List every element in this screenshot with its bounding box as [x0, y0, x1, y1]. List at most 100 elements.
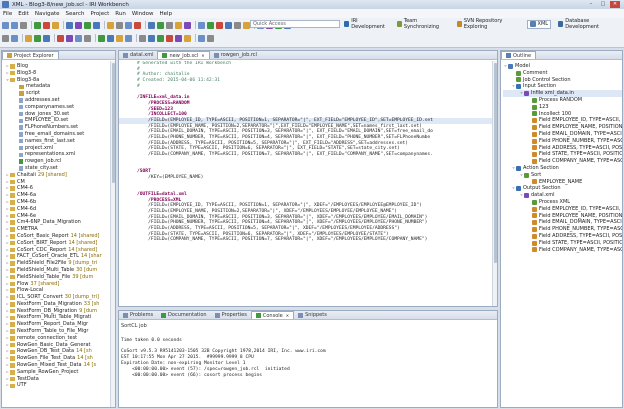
toolbar-tool-icon[interactable] — [207, 34, 214, 42]
toolbar-tool-icon[interactable] — [43, 21, 50, 29]
editor-tab-rowgen-job-rcl[interactable]: rowgen_job.rcl — [210, 51, 261, 59]
toolbar-tool-icon[interactable] — [116, 34, 123, 42]
toolbar-tool-icon[interactable] — [225, 21, 232, 29]
toolbar-tool-icon[interactable] — [66, 34, 73, 42]
code-line[interactable]: /FIELD=(COMPANY_NAME, TYPE=ASCII, POSITI… — [119, 237, 497, 243]
toolbar-tool-icon[interactable] — [157, 21, 164, 29]
toolbar-tool-icon[interactable] — [107, 34, 114, 42]
outline-item[interactable]: Field COMPANY_NAME, TYPE=ASCII, P — [503, 158, 622, 165]
tree-item[interactable]: companynames.set — [2, 104, 115, 111]
tree-item[interactable]: ▹ Sample_RowGen_Project — [2, 369, 115, 376]
outline-item[interactable]: ▿ datal.xml — [503, 192, 622, 199]
tree-item[interactable]: ▹ CM4-6 — [2, 185, 115, 192]
bottom-tab-problems[interactable]: Problems — [119, 311, 157, 319]
toolbar-tool-icon[interactable] — [84, 34, 91, 42]
tree-item[interactable]: ▹ CM4-6d — [2, 206, 115, 213]
toolbar-tool-icon[interactable] — [34, 34, 41, 42]
perspective-database-development[interactable]: Database Development — [556, 18, 619, 30]
menu-item-file[interactable]: File — [3, 11, 12, 17]
close-tab-icon[interactable]: ✕ — [201, 53, 204, 58]
tree-item[interactable]: ▹ CM4-6a — [2, 192, 115, 199]
toolbar-tool-icon[interactable] — [157, 34, 164, 42]
menu-item-search[interactable]: Search — [66, 11, 85, 17]
tree-item[interactable]: ▹ Flow-Local — [2, 287, 115, 294]
tree-item[interactable]: ▹ CM4-6e — [2, 213, 115, 220]
tree-item[interactable]: ▹ CoSort_Basic_Report 14 [shared] — [2, 233, 115, 240]
outline-item[interactable]: Field ADDRESS, TYPE=ASCII, POSIT — [503, 145, 622, 152]
outline-item[interactable]: Field EMAIL_DOMAIN, TYPE=ASCII, PO — [503, 131, 622, 138]
tree-item[interactable]: ▹ Cm4-6NP_Data_Migration — [2, 219, 115, 226]
close-tab-icon[interactable]: ✕ — [286, 313, 289, 318]
tree-item[interactable]: ▹ Flow 37 [shared] — [2, 281, 115, 288]
outline-item[interactable]: Field PHONE_NUMBER, TYPE=ASCII, P — [503, 138, 622, 145]
toolbar-tool-icon[interactable] — [98, 34, 105, 42]
toolbar-tool-icon[interactable] — [148, 21, 155, 29]
toolbar-tool-icon[interactable] — [175, 21, 182, 29]
toolbar-tool-icon[interactable] — [25, 34, 32, 42]
menu-item-window[interactable]: Window — [132, 11, 154, 17]
tree-item[interactable]: ▹ ICL_SORT_Convert 30 [dump_tri] — [2, 294, 115, 301]
tree-item[interactable]: addresses.set — [2, 97, 115, 104]
outline-item[interactable]: Field EMPLOYEE_ID, TYPE=ASCII, POS — [503, 206, 622, 213]
outline-item[interactable]: Process XML — [503, 199, 622, 206]
tree-item[interactable]: EMPLOYEE_ID.set — [2, 117, 115, 124]
tree-item[interactable]: ▹ Blog3-8 — [2, 70, 115, 77]
tree-item[interactable]: ▿ Blog3-8a — [2, 77, 115, 84]
toolbar-tool-icon[interactable] — [134, 21, 141, 29]
toolbar-tool-icon[interactable] — [198, 34, 205, 42]
outline-item[interactable]: ▿ Input Section — [503, 83, 622, 90]
explorer-scrollbar[interactable] — [110, 61, 115, 407]
tree-item[interactable]: FLPhoneNumbers.set — [2, 124, 115, 131]
editor-tab-datal-xml[interactable]: datal.xml — [119, 51, 157, 59]
toolbar-tool-icon[interactable] — [93, 21, 100, 29]
tree-item[interactable]: free_email_domains.set — [2, 131, 115, 138]
outline-item[interactable]: 123 — [503, 104, 622, 111]
tree-item[interactable]: ▹ Chaitali 29 [shared] — [2, 172, 115, 179]
tree-item[interactable]: ▹ NextForm_Report_Data_Migr — [2, 321, 115, 328]
toolbar-tool-icon[interactable] — [207, 21, 214, 29]
outline-item[interactable]: Field EMPLOYEE_NAME, POSITION=2 — [503, 124, 622, 131]
tree-item[interactable]: ▹ FieldShield_Table_File 39 [dum — [2, 274, 115, 281]
bottom-tab-documentation[interactable]: Documentation — [157, 311, 211, 319]
toolbar-tool-icon[interactable] — [184, 21, 191, 29]
outline-item[interactable]: Field STATE, TYPE=ASCII, POSITION — [503, 151, 622, 158]
toolbar-tool-icon[interactable] — [139, 34, 146, 42]
toolbar-tool-icon[interactable] — [75, 34, 82, 42]
toolbar-tool-icon[interactable] — [20, 21, 27, 29]
tree-item[interactable]: ▹ CMETRA — [2, 226, 115, 233]
tree-item[interactable]: project.xml — [2, 145, 115, 152]
toolbar-tool-icon[interactable] — [107, 21, 114, 29]
tab-outline[interactable]: Outline — [501, 51, 537, 59]
toolbar-tool-icon[interactable] — [2, 34, 9, 42]
tree-item[interactable]: ▹ CoSort_CDC_Report 14 [shared] — [2, 247, 115, 254]
tree-item[interactable]: ▹ CM4-6b — [2, 199, 115, 206]
tree-item[interactable]: ▹ RowGen_DB_Test_Data 14 [sh — [2, 348, 115, 355]
tree-item[interactable]: ▹ UTF — [2, 382, 115, 389]
tree-item[interactable]: names_first_last.set — [2, 138, 115, 145]
bottom-tab-console[interactable]: Console ✕ — [250, 311, 295, 319]
outline-item[interactable]: Field COMPANY_NAME, TYPE=ASCII, P — [503, 247, 622, 254]
tree-item[interactable]: metadata — [2, 83, 115, 90]
bottom-tab-properties[interactable]: Properties — [211, 311, 251, 319]
toolbar-tool-icon[interactable] — [148, 34, 155, 42]
maximize-button[interactable]: □ — [598, 1, 608, 8]
toolbar-tool-icon[interactable] — [43, 34, 50, 42]
outline-item[interactable]: ▿ Model — [503, 63, 622, 70]
outline-item[interactable]: Field EMPLOYEE_ID, TYPE=ASCII, POS — [503, 117, 622, 124]
outline-item[interactable]: ▿ Sort — [503, 172, 622, 179]
perspective-xml[interactable]: XML — [526, 19, 552, 29]
editor-scroll-thumb[interactable] — [494, 63, 497, 263]
menu-item-project[interactable]: Project — [90, 11, 109, 17]
toolbar-tool-icon[interactable] — [198, 21, 205, 29]
tab-project-explorer[interactable]: Project Explorer — [2, 51, 59, 59]
tree-item[interactable]: ▹ RowGen_File_Test_Data 14 [sh — [2, 355, 115, 362]
outline-item[interactable]: EMPLOYEE_NAME — [503, 179, 622, 186]
toolbar-tool-icon[interactable] — [11, 21, 18, 29]
tree-item[interactable]: ▹ CM — [2, 179, 115, 186]
editor-tab-new-job-scl[interactable]: new_job.scl ✕ — [157, 51, 210, 59]
tree-item[interactable]: representations.xml — [2, 151, 115, 158]
outline-item[interactable]: Job Control Section — [503, 77, 622, 84]
toolbar-tool-icon[interactable] — [52, 21, 59, 29]
outline-item[interactable]: Incollect 100 — [503, 111, 622, 118]
menu-item-run[interactable]: Run — [115, 11, 126, 17]
